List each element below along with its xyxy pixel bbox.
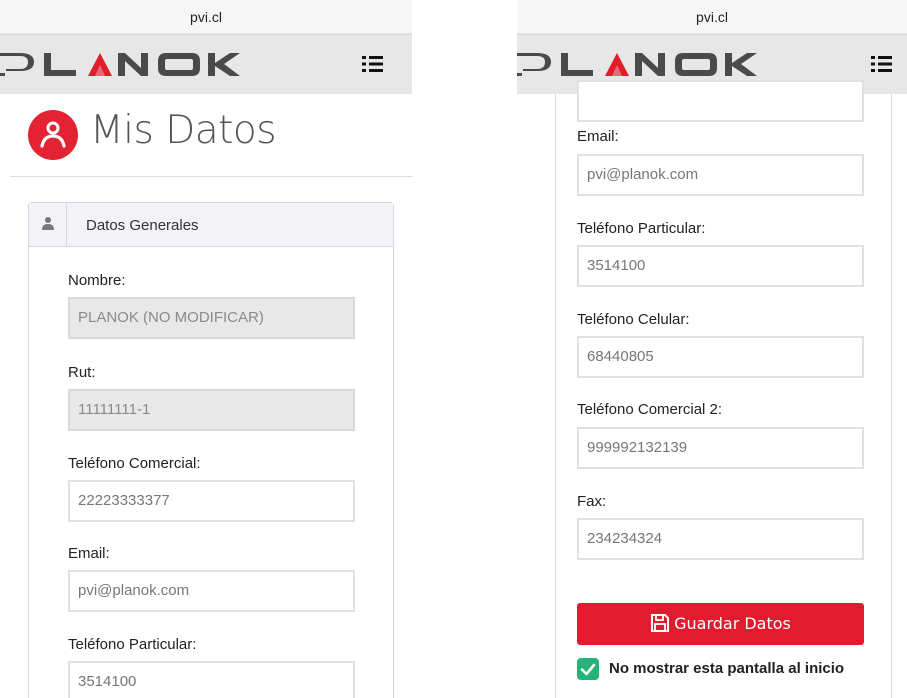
telefono-comercial-field[interactable]: 22223333377 <box>68 480 355 522</box>
telefono-celular-label: Teléfono Celular: <box>577 311 690 328</box>
card-header: Datos Generales <box>29 203 393 247</box>
fax-field[interactable]: 234234324 <box>577 518 864 560</box>
user-circle-icon <box>28 110 78 160</box>
card-border-left <box>555 94 556 698</box>
telefono-particular-field[interactable]: 3514100 <box>577 245 864 287</box>
check-icon <box>580 663 596 676</box>
telefono-particular-label: Teléfono Particular: <box>68 636 197 653</box>
user-icon <box>42 217 54 230</box>
email-label: Email: <box>577 128 619 145</box>
telefono-comercial-2-label: Teléfono Comercial 2: <box>577 401 723 418</box>
email-field[interactable]: pvi@planok.com <box>68 570 355 612</box>
list-menu-icon[interactable] <box>360 51 386 77</box>
page-title: Mis Datos <box>90 108 277 153</box>
planok-logo[interactable] <box>517 49 757 81</box>
no-mostrar-label[interactable]: No mostrar esta pantalla al inicio <box>609 660 844 677</box>
scrolled-field[interactable] <box>577 80 864 122</box>
list-menu-icon[interactable] <box>869 51 895 77</box>
email-label: Email: <box>68 545 110 562</box>
telefono-particular-label: Teléfono Particular: <box>577 220 706 237</box>
telefono-celular-field[interactable]: 68440805 <box>577 336 864 378</box>
right-screen: pvi.cl Email: pvi@planok.com Teléfono Pa… <box>517 0 907 698</box>
card-border-right <box>891 94 892 698</box>
url-bar[interactable]: pvi.cl <box>517 0 907 34</box>
top-navbar <box>0 34 412 94</box>
url-bar[interactable]: pvi.cl <box>0 0 412 34</box>
guardar-datos-label: Guardar Datos <box>674 614 791 633</box>
floppy-disk-icon <box>651 614 670 632</box>
telefono-comercial-2-field[interactable]: 999992132139 <box>577 427 864 469</box>
telefono-comercial-label: Teléfono Comercial: <box>68 455 201 472</box>
guardar-datos-button[interactable]: Guardar Datos <box>577 603 864 645</box>
left-screen: pvi.cl Mis Datos Datos Generales Nombre:… <box>0 0 412 698</box>
card-header-title: Datos Generales <box>86 217 199 234</box>
nombre-field[interactable]: PLANOK (NO MODIFICAR) <box>68 297 355 339</box>
fax-label: Fax: <box>577 493 607 510</box>
divider <box>10 176 412 177</box>
planok-logo[interactable] <box>0 49 240 81</box>
nombre-label: Nombre: <box>68 272 126 289</box>
rut-field[interactable]: 11111111-1 <box>68 389 355 431</box>
no-mostrar-checkbox[interactable] <box>577 658 599 680</box>
telefono-particular-field[interactable]: 3514100 <box>68 661 355 698</box>
rut-label: Rut: <box>68 364 96 381</box>
user-icon-cell <box>29 203 67 247</box>
email-field[interactable]: pvi@planok.com <box>577 154 864 196</box>
